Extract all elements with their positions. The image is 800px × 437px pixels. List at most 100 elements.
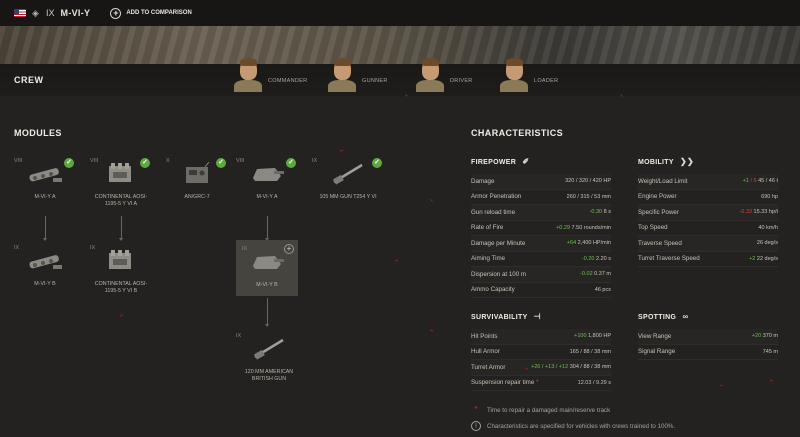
researched-check-icon: ✓ [372, 158, 382, 168]
stat-value: 8 s [603, 209, 611, 216]
stat-delta: -0.30 [589, 209, 603, 216]
module-engine-a[interactable]: VIII ✓ CONTINENTAL AOSI-1195-5 Y VI A [90, 158, 152, 208]
survivability-label: SURVIVABILITY [471, 314, 528, 321]
module-gun-t254[interactable]: IX ✓ 105 MM GUN T254 Y VI [312, 158, 384, 201]
stat-label: Signal Range [638, 348, 676, 356]
engine-icon [109, 163, 131, 182]
gun-icon [254, 338, 284, 360]
firepower-table: Damage 320 / 320 / 420 HP Armor Penetrati… [471, 174, 611, 298]
stat-label: Turret Armor [471, 363, 506, 371]
module-tier: VIII [14, 158, 23, 164]
researched-check-icon: ✓ [216, 158, 226, 168]
survivability-table: Hit Points +100 1,800 HP Hull Armor 165 / … [471, 329, 611, 391]
tank-tier: IX [46, 8, 55, 18]
module-name: M-VI-Y A [256, 194, 278, 200]
stat-value: 22 deg/s [756, 255, 778, 262]
stat-value: 46 pcs [594, 286, 611, 293]
stat-delta: +100 [574, 333, 587, 340]
stat-value: 320 / 320 / 420 HP [565, 178, 611, 185]
stat-row: Traverse Speed 26 deg/s [638, 236, 778, 252]
module-radio[interactable]: X ✓ AN/GRC-7 [166, 158, 228, 201]
stat-label: Engine Power [638, 193, 677, 201]
module-tier: VIII [90, 158, 99, 164]
stat-label: Hull Armor [471, 348, 500, 356]
crew-loader[interactable]: LOADER [498, 54, 558, 92]
module-engine-b[interactable]: IX CONTINENTAL AOSI-1195-5 Y VI B [90, 245, 152, 295]
stat-row: Aiming Time -0.20 2.20 s [471, 252, 611, 267]
loader-portrait [498, 54, 530, 92]
stat-value: 304 / 88 / 38 mm [569, 364, 611, 371]
stat-delta-secondary: / 5 [750, 178, 757, 185]
upgrade-arrow [119, 216, 123, 241]
stat-row: Specific Power -0.33 15.33 hp/t [638, 205, 778, 221]
modules-title: MODULES [14, 128, 62, 138]
crew-gunner[interactable]: GUNNER [326, 54, 388, 92]
module-tier: VIII [236, 158, 245, 164]
spark-decoration [719, 384, 724, 387]
module-turret-a[interactable]: VIII ✓ M-VI-Y A [236, 158, 298, 201]
stat-row: Signal Range 745 m [638, 345, 778, 360]
stat-value: 690 hp [761, 193, 778, 200]
upgrade-arrow [265, 298, 269, 327]
module-suspension-b[interactable]: IX M-VI-Y B [14, 245, 76, 288]
crew-commander[interactable]: COMMANDER [232, 54, 307, 92]
mobility-table: Weight/Load Limit +1 / 5 45 / 46 t Engine… [638, 174, 778, 267]
stat-label: Weight/Load Limit [638, 177, 688, 185]
turret-icon [253, 256, 284, 269]
stat-label: Rate of Fire [471, 224, 504, 232]
stat-value: 12.03 / 9.29 s [577, 379, 611, 386]
tracks-icon [29, 255, 62, 269]
stat-row: Hit Points +100 1,800 HP [471, 329, 611, 345]
stat-delta: -0.33 [739, 209, 752, 216]
mobility-icon: ❯❯ [679, 157, 694, 166]
stat-delta: +64 [566, 240, 577, 247]
gunner-portrait [326, 54, 358, 92]
commander-portrait [232, 54, 264, 92]
tracks-icon [29, 168, 62, 182]
stat-row: Turret Traverse Speed +2 22 deg/s [638, 252, 778, 267]
stat-label: Aiming Time [471, 255, 506, 263]
upgrade-arrow [265, 216, 269, 241]
stat-row: Hull Armor 165 / 88 / 38 mm [471, 345, 611, 360]
stat-row: Ammo Capacity 46 pcs [471, 283, 611, 298]
module-gun-120mm[interactable]: IX 120 MM AMERICAN BRITISH GUN [236, 333, 302, 383]
stat-value: 40 km/h [758, 224, 778, 231]
characteristics-title: CHARACTERISTICS [471, 128, 564, 138]
crew-footnote: ! Characteristics are specified for vehi… [471, 421, 675, 431]
heavy-tank-icon: ◈ [32, 8, 39, 18]
crew-driver[interactable]: DRIVER [414, 54, 473, 92]
spotting-title: SPOTTING ∞ [638, 312, 688, 321]
researched-check-icon: ✓ [286, 158, 296, 168]
stat-label: Armor Penetration [471, 193, 522, 201]
module-name: M-VI-Y B [256, 282, 278, 288]
radio-icon [186, 161, 210, 183]
researched-check-icon: ✓ [140, 158, 150, 168]
stat-value: 1,800 HP [588, 333, 611, 340]
spotting-label: SPOTTING [638, 314, 677, 321]
spark-decoration [394, 259, 399, 262]
stat-value: 2,400 HP/min [577, 240, 611, 247]
stat-row: View Range +20 370 m [638, 329, 778, 345]
stat-label: Damage [471, 177, 495, 185]
module-name: M-VI-Y B [34, 281, 56, 287]
stat-value: 26 deg/s [756, 240, 778, 247]
stat-row: Suspension repair time * 12.03 / 9.29 s [471, 376, 611, 391]
firepower-label: FIREPOWER [471, 159, 517, 166]
stat-label: Turret Traverse Speed [638, 255, 700, 263]
module-turret-b[interactable]: IX + M-VI-Y B [236, 240, 298, 296]
stat-delta: +1 [742, 178, 749, 185]
footnote-star: * [536, 379, 539, 387]
stat-delta: +0.29 [556, 224, 571, 231]
stat-delta: -0.02 [580, 271, 593, 278]
spark-decoration [339, 149, 344, 152]
stat-label: View Range [638, 332, 672, 340]
stat-delta: -0.20 [581, 255, 595, 262]
module-suspension-a[interactable]: VIII ✓ M-VI-Y A [14, 158, 76, 201]
add-to-comparison-button[interactable]: + ADD TO COMPARISON [110, 7, 192, 19]
crew-role-label: COMMANDER [268, 78, 308, 84]
engine-icon [109, 250, 131, 269]
module-tier: IX [236, 333, 242, 339]
spark-decoration [430, 199, 433, 202]
module-name: 105 MM GUN T254 Y VI [319, 194, 377, 200]
upgrade-arrow [43, 216, 47, 241]
